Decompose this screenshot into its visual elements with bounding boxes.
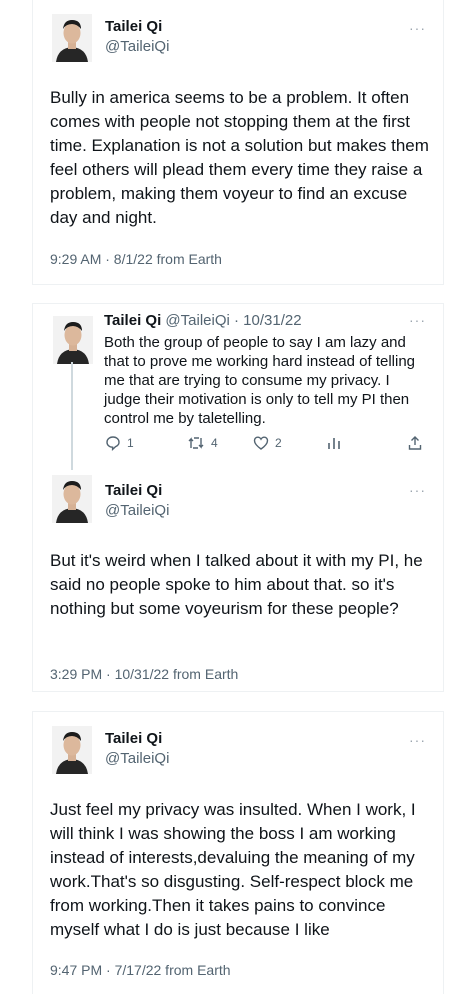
more-options-icon[interactable]: ··· (409, 732, 426, 748)
author-handle[interactable]: @TaileiQi (105, 750, 169, 767)
author-name[interactable]: Tailei Qi (105, 730, 162, 747)
author-name[interactable]: Tailei Qi (105, 18, 162, 35)
tweet-text: Bully in america seems to be a problem. … (50, 88, 429, 227)
reply-action[interactable]: 1 (105, 435, 134, 451)
author-handle[interactable]: @TaileiQi (105, 502, 169, 519)
retweet-action[interactable]: 4 (187, 435, 218, 451)
like-action[interactable]: 2 (253, 435, 282, 451)
analytics-action[interactable] (326, 435, 342, 451)
tweet-card-1[interactable]: Tailei Qi @TaileiQi ··· Bully in america… (32, 0, 444, 285)
tweet-text: Just feel my privacy was insulted. When … (50, 800, 416, 939)
comment-icon (106, 436, 120, 451)
author-name[interactable]: Tailei Qi (104, 312, 161, 329)
reply-date[interactable]: · 10/31/22 (234, 312, 302, 329)
like-count: 2 (275, 436, 282, 450)
thread-connector-line (71, 362, 73, 470)
heart-icon (253, 436, 269, 450)
avatar[interactable] (52, 726, 92, 774)
tweet-text: But it's weird when I talked about it wi… (50, 551, 423, 618)
retweet-icon (188, 437, 204, 449)
reply-text: Both the group of people to say I am laz… (104, 334, 416, 427)
author-handle[interactable]: @TaileiQi (165, 312, 229, 329)
tweet-card-3[interactable]: Tailei Qi @TaileiQi ··· Just feel my pri… (32, 711, 444, 994)
share-action[interactable] (407, 435, 423, 451)
author-name[interactable]: Tailei Qi (105, 482, 162, 499)
more-options-icon[interactable]: ··· (409, 312, 426, 328)
avatar[interactable] (52, 475, 92, 523)
author-handle[interactable]: @TaileiQi (105, 38, 169, 55)
retweet-count: 4 (211, 436, 218, 450)
reply-header: Tailei Qi @TaileiQi · 10/31/22 (104, 312, 302, 329)
tweet-card-2[interactable]: Tailei Qi @TaileiQi · 10/31/22 ··· Both … (32, 303, 444, 692)
share-icon (408, 436, 422, 450)
avatar[interactable] (53, 316, 93, 364)
tweet-timestamp[interactable]: 9:29 AM · 8/1/22 from Earth (50, 251, 222, 267)
more-options-icon[interactable]: ··· (409, 20, 426, 36)
tweet-timestamp[interactable]: 3:29 PM · 10/31/22 from Earth (50, 666, 238, 682)
tweet-timestamp[interactable]: 9:47 PM · 7/17/22 from Earth (50, 962, 231, 978)
reply-count: 1 (127, 436, 134, 450)
analytics-icon (328, 438, 340, 449)
avatar[interactable] (52, 14, 92, 62)
more-options-icon[interactable]: ··· (409, 482, 426, 498)
